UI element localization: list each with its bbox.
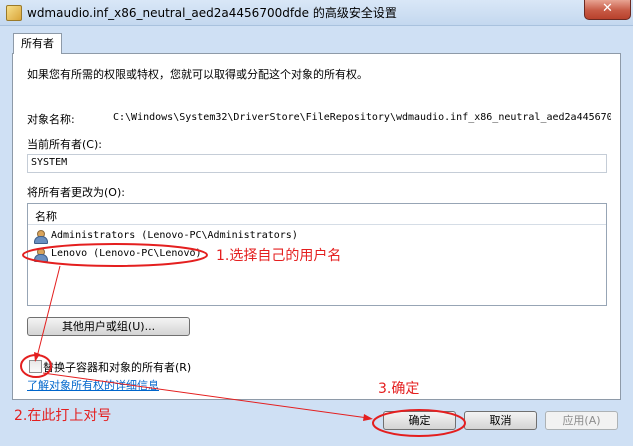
arrow-head-to-ok (363, 414, 373, 421)
highlight-ellipse-lenovo (22, 243, 208, 267)
highlight-ellipse-ok (372, 409, 466, 437)
arrow-head-to-checkbox (34, 352, 40, 362)
tab-owner[interactable]: 所有者 (13, 33, 62, 54)
annotation-step2: 2.在此打上对号 (14, 408, 112, 424)
arrow-line-to-checkbox (36, 265, 61, 358)
annotation-step1: 1.选择自己的用户名 (216, 248, 342, 264)
annotation-step3: 3.确定 (378, 381, 420, 397)
annotation-overlay (20, 243, 466, 437)
